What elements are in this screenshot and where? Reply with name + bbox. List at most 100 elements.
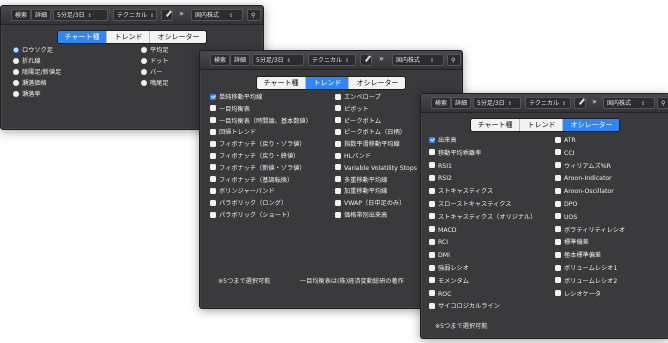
indicator-option[interactable]: ピボット xyxy=(335,105,369,114)
indicator-option[interactable]: Aroon-Oscillator xyxy=(555,187,614,196)
indicator-option[interactable]: 一目均衡表（時間論、基本数値） xyxy=(210,117,312,126)
tab-chart-type[interactable]: チャート種 xyxy=(257,77,307,89)
indicator-option[interactable]: 極本標準偏差 xyxy=(555,251,601,260)
indicator-option[interactable]: HLバンド xyxy=(335,152,371,161)
checkbox-icon xyxy=(335,105,341,112)
detail-button[interactable]: 詳細 xyxy=(451,97,472,109)
indicator-option[interactable]: Variable Volatility Stops xyxy=(335,164,417,173)
checkbox-icon xyxy=(555,136,561,143)
indicator-option[interactable]: ストキャスティクス（オリジナル） xyxy=(429,213,536,222)
indicator-option[interactable]: 価格帯別出来高 xyxy=(335,211,387,220)
tab-oscillator[interactable]: オシレーター xyxy=(349,77,405,89)
tab-chart-type[interactable]: チャート種 xyxy=(471,119,521,131)
indicator-option[interactable]: 回帰トレンド xyxy=(210,128,256,137)
search-button[interactable]: 検索 xyxy=(210,54,231,66)
indicator-option[interactable]: 強弱レシオ xyxy=(429,264,469,273)
indicator-option[interactable]: フィボナッチ（新値・ゾラ値） xyxy=(210,164,306,173)
indicator-option[interactable]: DMI xyxy=(429,251,450,260)
tab-trend[interactable]: トレンド xyxy=(107,31,151,43)
indicator-option[interactable]: RSI2 xyxy=(429,174,452,183)
indicator-option[interactable]: フィボナッチ（基調転換） xyxy=(210,176,293,185)
indicator-option[interactable]: DPO xyxy=(555,200,577,209)
tab-trend[interactable]: トレンド xyxy=(520,119,564,131)
indicator-option[interactable]: モメンタム xyxy=(429,277,469,286)
indicator-option[interactable]: ATR xyxy=(555,136,576,145)
checkbox-icon xyxy=(429,187,435,194)
market-select[interactable]: 国内株式 ⇕ xyxy=(392,54,444,66)
indicator-option[interactable]: 標準偏差 xyxy=(555,238,589,247)
indicator-option[interactable]: 移動平均乖離率 xyxy=(429,149,481,158)
chart-type-option[interactable]: ドット xyxy=(141,57,169,66)
indicator-option[interactable]: UOS xyxy=(555,213,577,222)
chart-type-option[interactable]: 瀬落価格 xyxy=(13,79,47,88)
select-arrow-icon: ⇕ xyxy=(87,13,92,19)
market-select[interactable]: 国内株式 ⇕ xyxy=(191,9,243,21)
search-button[interactable]: 検索 xyxy=(431,97,452,109)
chart-type-option[interactable]: バー xyxy=(141,68,162,77)
indicator-option[interactable]: 一目均衡表 xyxy=(210,105,250,114)
chart-type-option[interactable]: 平均足 xyxy=(141,46,169,55)
period-value: 5分足/3日 xyxy=(477,100,505,107)
chart-type-option[interactable]: 瀬落率 xyxy=(13,90,41,99)
indicator-option[interactable]: フィボナッチ（戻り・終値） xyxy=(210,152,299,161)
indicator-option[interactable]: ボリュームレシオ2 xyxy=(555,277,617,286)
chart-type-option[interactable]: 陰陽足/新値足 xyxy=(13,68,61,77)
technical-select[interactable]: テクニカル ⇕ xyxy=(525,97,571,109)
indicator-option[interactable]: RSI1 xyxy=(429,162,452,171)
indicator-option[interactable]: CCI xyxy=(555,149,574,158)
search-button[interactable]: 検索 xyxy=(11,9,32,21)
pencil-icon xyxy=(578,98,585,105)
period-select[interactable]: 5分足/3日 ⇕ xyxy=(473,97,521,109)
tab-trend[interactable]: トレンド xyxy=(306,77,350,89)
indicator-option[interactable]: 単純移動平均線 xyxy=(210,93,262,102)
market-select[interactable]: 国内株式 ⇕ xyxy=(603,97,655,109)
indicator-option[interactable]: Aroon-Indicator xyxy=(555,174,612,183)
period-select[interactable]: 5分足/3日 ⇕ xyxy=(252,54,304,66)
tab-oscillator[interactable]: オシレーター xyxy=(563,119,620,131)
indicator-option[interactable]: 多重移動平均線 xyxy=(335,176,387,185)
more-button[interactable]: » xyxy=(376,53,387,65)
indicator-option[interactable]: ボリンジャーバンド xyxy=(210,187,275,196)
pencil-button[interactable] xyxy=(574,97,586,109)
indicator-option[interactable]: パラボリック（ロング） xyxy=(210,199,287,208)
chart-type-option[interactable]: ロウソク足 xyxy=(13,46,53,55)
pencil-button[interactable] xyxy=(360,54,372,66)
indicator-option[interactable]: ピークボトム xyxy=(335,117,381,126)
period-select[interactable]: 5分足/3日 ⇕ xyxy=(53,9,108,21)
indicator-option[interactable]: レシオケータ xyxy=(555,290,601,299)
chart-type-option[interactable]: 折れ線 xyxy=(13,57,41,66)
search-icon[interactable]: ⚲ xyxy=(447,54,461,66)
indicator-option[interactable]: サイコロジカルライン xyxy=(429,302,500,311)
technical-select[interactable]: テクニカル ⇕ xyxy=(308,54,356,66)
indicator-option[interactable]: フィボナッチ（戻り・ゾラ値） xyxy=(210,140,306,149)
indicator-option[interactable]: ウィリアムズ%R xyxy=(555,162,611,171)
indicator-option[interactable]: MACD xyxy=(429,226,457,235)
search-icon[interactable]: ⚲ xyxy=(657,97,668,109)
indicator-label: ピークボトム xyxy=(344,117,382,125)
indicator-option[interactable]: 加重移動平均線 xyxy=(335,187,387,196)
indicator-label: フィボナッチ（戻り・終値） xyxy=(219,153,300,160)
indicator-option[interactable]: RCI xyxy=(429,238,448,247)
search-icon[interactable]: ⚲ xyxy=(247,9,261,21)
technical-select[interactable]: テクニカル ⇕ xyxy=(113,9,157,21)
pencil-button[interactable] xyxy=(161,9,173,21)
indicator-option[interactable]: エンベロープ xyxy=(335,93,381,102)
chart-type-option[interactable]: 鳴尾足 xyxy=(141,79,169,88)
indicator-option[interactable]: ボリュームレシオ1 xyxy=(555,264,617,273)
indicator-option[interactable]: 指数平滑移動平均線 xyxy=(335,140,400,149)
tab-chart-type[interactable]: チャート種 xyxy=(57,31,108,43)
detail-button[interactable]: 詳細 xyxy=(230,54,251,66)
indicator-option[interactable]: ピークボトム（日柄） xyxy=(335,128,406,137)
indicator-option[interactable]: パラボリック（ショート） xyxy=(210,211,293,220)
checkbox-icon xyxy=(429,264,435,271)
indicator-option[interactable]: スローストキャスティクス xyxy=(429,200,511,209)
more-button[interactable]: » xyxy=(589,96,600,108)
detail-button[interactable]: 詳細 xyxy=(31,9,52,21)
indicator-option[interactable]: ROC xyxy=(429,290,452,299)
tab-oscillator[interactable]: オシレーター xyxy=(150,31,206,43)
more-button[interactable]: » xyxy=(176,8,187,20)
indicator-option[interactable]: VWAP（日中足のみ） xyxy=(335,199,405,208)
indicator-option[interactable]: 出来高 xyxy=(429,136,457,145)
indicator-option[interactable]: ストキャスティクス xyxy=(429,187,493,196)
indicator-option[interactable]: ボラティリティレシオ xyxy=(555,226,625,235)
